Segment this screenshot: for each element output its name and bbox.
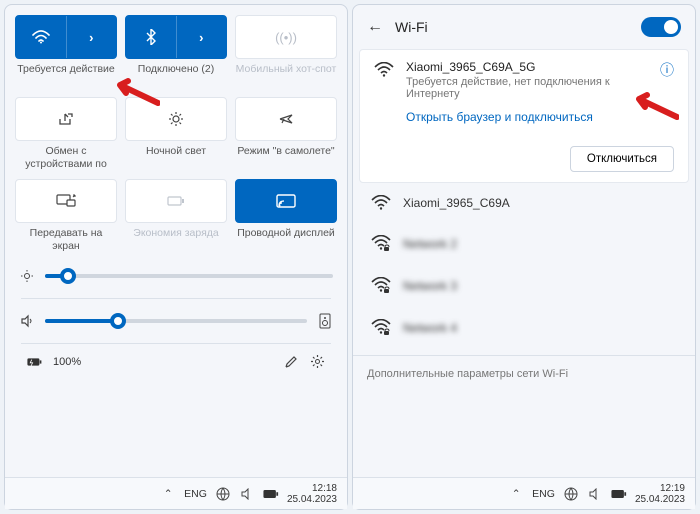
tiles-grid: › Требуется действие › Подключено (2) ((… xyxy=(15,15,337,254)
cast-icon xyxy=(276,194,296,208)
project-tile[interactable] xyxy=(15,179,117,223)
wifi-signal-lock-icon xyxy=(371,235,391,253)
network-status: Требуется действие, нет подключения к Ин… xyxy=(406,76,648,100)
battery-text: 100% xyxy=(53,356,81,368)
brightness-slider[interactable] xyxy=(45,274,333,278)
share-tile[interactable] xyxy=(15,97,117,141)
bluetooth-tile[interactable]: › xyxy=(125,15,227,59)
wifi-settings-link[interactable]: Дополнительные параметры сети Wi-Fi xyxy=(353,356,695,392)
quick-settings-panel: › Требуется действие › Подключено (2) ((… xyxy=(4,4,348,510)
tray-clock[interactable]: 12:18 25.04.2023 xyxy=(287,483,337,505)
wifi-header: ← Wi-Fi xyxy=(353,5,695,49)
tray-expand-icon[interactable]: ⌃ xyxy=(160,486,176,502)
taskbar: ⌃ ENG 12:19 25.04.2023 xyxy=(353,477,695,509)
nightlight-tile[interactable] xyxy=(125,97,227,141)
nightlight-label: Ночной свет xyxy=(146,145,206,171)
volume-slider[interactable] xyxy=(45,319,307,323)
output-device-icon[interactable] xyxy=(317,313,333,329)
wifi-label: Требуется действие xyxy=(17,63,115,89)
tray-network-icon[interactable] xyxy=(563,486,579,502)
network-name: Network 3 xyxy=(403,279,457,293)
sun-icon xyxy=(168,111,184,127)
battery-saver-label: Экономия заряда xyxy=(133,227,218,253)
tray-battery-icon[interactable] xyxy=(611,486,627,502)
chevron-right-icon[interactable]: › xyxy=(177,16,227,58)
tray-network-icon[interactable] xyxy=(215,486,231,502)
wifi-tile[interactable]: › xyxy=(15,15,117,59)
tray-lang[interactable]: ENG xyxy=(184,488,207,500)
open-browser-link[interactable]: Открыть браузер и подключиться xyxy=(406,110,648,124)
tray-expand-icon[interactable]: ⌃ xyxy=(508,486,524,502)
airplane-icon xyxy=(278,111,294,127)
project-label: Передавать на экран xyxy=(15,227,117,253)
back-icon[interactable]: ← xyxy=(367,18,383,36)
cast-tile[interactable] xyxy=(235,179,337,223)
tray-battery-icon[interactable] xyxy=(263,486,279,502)
wifi-signal-icon xyxy=(374,62,394,78)
battery-saver-tile[interactable] xyxy=(125,179,227,223)
airplane-tile[interactable] xyxy=(235,97,337,141)
cast-label: Проводной дисплей xyxy=(237,227,335,253)
share-icon xyxy=(58,112,74,126)
network-item[interactable]: Network 2 xyxy=(353,223,695,265)
network-name: Network 2 xyxy=(403,237,457,251)
active-network[interactable]: Xiaomi_3965_C69A_5G Требуется действие, … xyxy=(359,49,689,183)
wifi-panel: ← Wi-Fi Xiaomi_3965_C69A_5G Требуется де… xyxy=(352,4,696,510)
tray-clock[interactable]: 12:19 25.04.2023 xyxy=(635,483,685,505)
share-label: Обмен с устройствами по xyxy=(15,145,117,171)
hotspot-label: Мобильный хот-спот xyxy=(236,63,337,89)
bluetooth-icon[interactable] xyxy=(126,16,177,58)
disconnect-button[interactable]: Отключиться xyxy=(570,146,674,172)
edit-icon[interactable] xyxy=(283,354,299,370)
wifi-signal-icon xyxy=(371,195,391,211)
bluetooth-label: Подключено (2) xyxy=(138,63,214,89)
tray-volume-icon[interactable] xyxy=(587,486,603,502)
settings-icon[interactable] xyxy=(309,354,325,370)
network-name: Network 4 xyxy=(403,321,457,335)
brightness-slider-row xyxy=(19,268,333,284)
battery-status-icon[interactable] xyxy=(27,354,43,370)
network-name: Xiaomi_3965_C69A_5G xyxy=(406,60,648,74)
wifi-signal-lock-icon xyxy=(371,319,391,337)
network-item[interactable]: Network 4 xyxy=(353,307,695,349)
network-item[interactable]: Xiaomi_3965_C69A xyxy=(353,183,695,223)
wifi-title: Wi-Fi xyxy=(395,19,629,35)
taskbar: ⌃ ENG 12:18 25.04.2023 xyxy=(5,477,347,509)
airplane-label: Режим "в самолете" xyxy=(237,145,334,171)
brightness-icon xyxy=(19,268,35,284)
hotspot-icon: ((•)) xyxy=(275,30,297,45)
info-icon[interactable]: ⓘ xyxy=(660,60,674,80)
network-item[interactable]: Network 3 xyxy=(353,265,695,307)
battery-icon xyxy=(167,195,185,207)
wifi-icon[interactable] xyxy=(16,16,67,58)
bottom-row: 100% xyxy=(15,344,337,380)
wifi-signal-lock-icon xyxy=(371,277,391,295)
volume-slider-row xyxy=(19,313,333,329)
tray-lang[interactable]: ENG xyxy=(532,488,555,500)
tray-volume-icon[interactable] xyxy=(239,486,255,502)
volume-icon[interactable] xyxy=(19,313,35,329)
wifi-toggle[interactable] xyxy=(641,17,681,37)
chevron-right-icon[interactable]: › xyxy=(67,16,117,58)
project-icon xyxy=(56,194,76,208)
hotspot-tile[interactable]: ((•)) xyxy=(235,15,337,59)
network-name: Xiaomi_3965_C69A xyxy=(403,196,510,210)
